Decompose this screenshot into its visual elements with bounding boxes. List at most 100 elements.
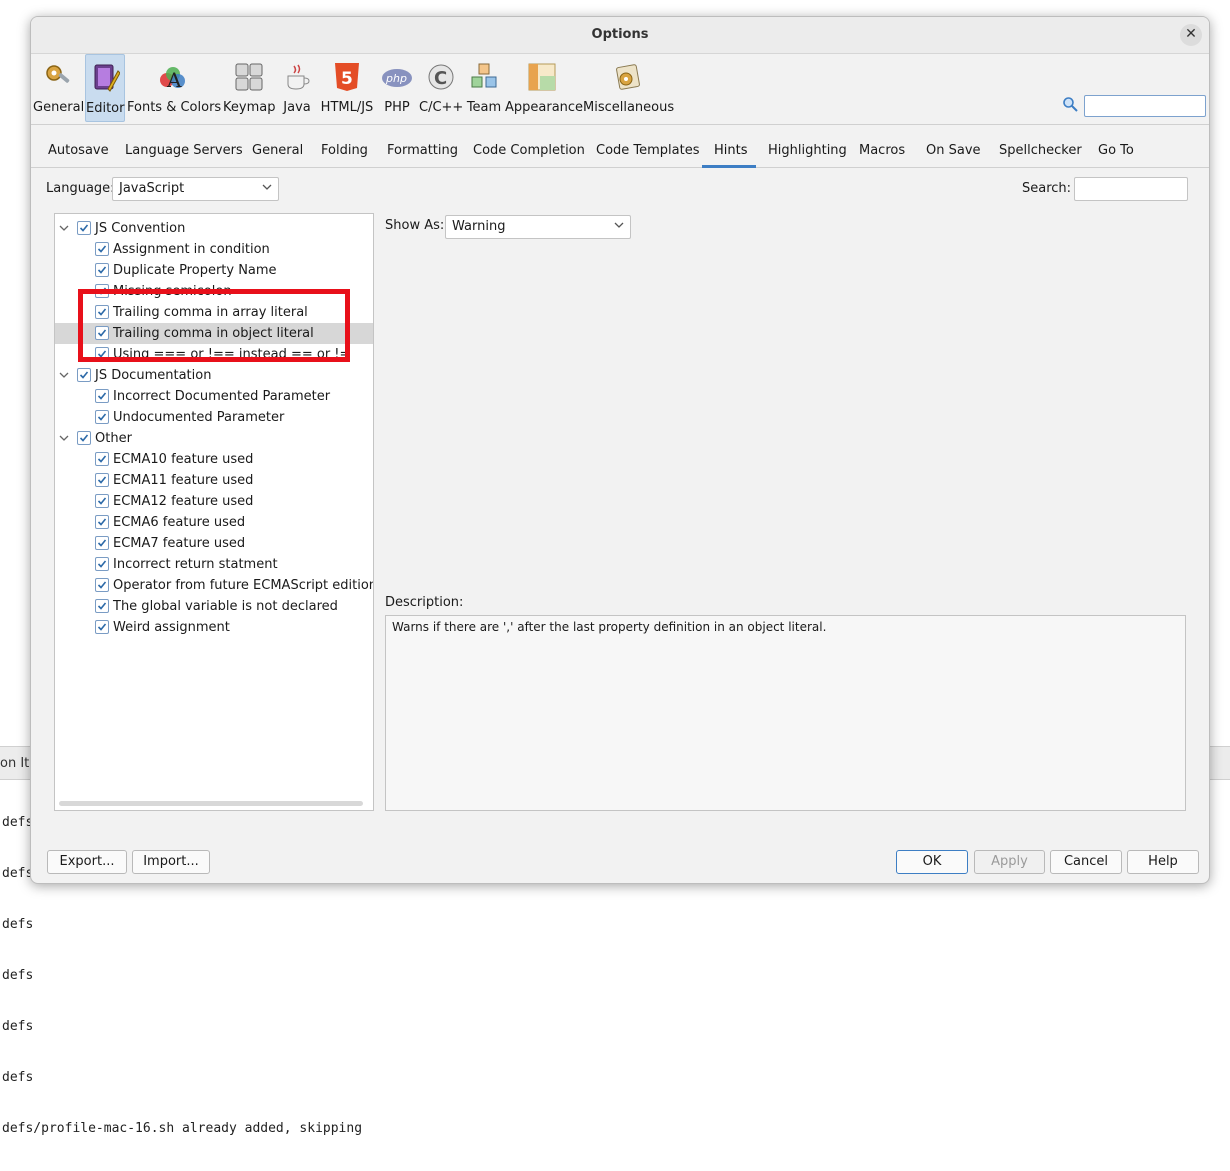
tree-item[interactable]: Weird assignment	[55, 617, 373, 638]
language-select[interactable]: JavaScript	[112, 177, 279, 201]
tree-item[interactable]: Assignment in condition	[55, 239, 373, 260]
tree-label: ECMA11 feature used	[113, 473, 254, 488]
terminal-line: defs	[2, 1070, 34, 1085]
chevron-down-icon	[262, 184, 272, 190]
ok-button[interactable]: OK	[896, 850, 968, 874]
tree-label: Other	[95, 431, 132, 446]
tree-item[interactable]: Incorrect return statment	[55, 554, 373, 575]
category-appearance[interactable]: Appearance	[505, 54, 584, 122]
tab-autosave[interactable]: Autosave	[48, 143, 109, 158]
tree-item[interactable]: ECMA7 feature used	[55, 533, 373, 554]
tree-group[interactable]: Other	[55, 428, 373, 449]
active-tab-indicator	[702, 165, 756, 168]
tab-general[interactable]: General	[252, 143, 303, 158]
terminal-line: defs/profile-mac-16.sh already added, sk…	[2, 1121, 363, 1136]
checkbox[interactable]	[95, 263, 109, 277]
checkbox[interactable]	[95, 494, 109, 508]
export-button[interactable]: Export...	[47, 850, 127, 874]
terminal-line: defs	[2, 917, 34, 932]
checkbox[interactable]	[95, 242, 109, 256]
category-label: PHP	[384, 100, 410, 115]
chevron-down-icon[interactable]	[58, 369, 70, 381]
tree-label: Undocumented Parameter	[113, 410, 285, 425]
tree-group[interactable]: JS Convention	[55, 218, 373, 239]
tree-item[interactable]: Duplicate Property Name	[55, 260, 373, 281]
checkbox[interactable]	[95, 410, 109, 424]
cancel-button[interactable]: Cancel	[1050, 850, 1122, 874]
checkbox[interactable]	[95, 536, 109, 550]
checkbox[interactable]	[77, 221, 91, 235]
chevron-down-icon[interactable]	[58, 432, 70, 444]
title-bar: Options ✕	[31, 17, 1209, 54]
category-c-cpp[interactable]: C C/C++	[419, 54, 463, 122]
dialog-title: Options	[591, 27, 649, 42]
checkbox[interactable]	[77, 368, 91, 382]
tree-group[interactable]: JS Documentation	[55, 365, 373, 386]
hints-search-input[interactable]	[1074, 177, 1188, 201]
help-button[interactable]: Help	[1127, 850, 1199, 874]
tab-language-servers[interactable]: Language Servers	[125, 143, 243, 158]
html5-icon: 5	[335, 63, 359, 91]
checkbox[interactable]	[95, 452, 109, 466]
category-fonts-colors[interactable]: A Fonts & Colors	[127, 54, 221, 122]
language-value: JavaScript	[119, 181, 185, 196]
svg-text:C: C	[434, 68, 447, 89]
category-general[interactable]: General	[33, 54, 84, 122]
checkbox[interactable]	[95, 620, 109, 634]
horizontal-scrollbar[interactable]	[59, 801, 363, 806]
show-as-value: Warning	[452, 219, 506, 234]
tab-highlighting[interactable]: Highlighting	[768, 143, 847, 158]
apply-button[interactable]: Apply	[974, 850, 1045, 874]
checkbox[interactable]	[95, 473, 109, 487]
category-label: Editor	[86, 101, 125, 116]
tab-hints[interactable]: Hints	[714, 143, 748, 158]
tree-item[interactable]: The global variable is not declared	[55, 596, 373, 617]
tree-item[interactable]: Undocumented Parameter	[55, 407, 373, 428]
tab-code-templates[interactable]: Code Templates	[596, 143, 700, 158]
tree-item[interactable]: ECMA12 feature used	[55, 491, 373, 512]
tree-item[interactable]: Operator from future ECMAScript edition …	[55, 575, 373, 596]
close-button[interactable]: ✕	[1180, 24, 1202, 46]
checkbox[interactable]	[95, 599, 109, 613]
tab-spellchecker[interactable]: Spellchecker	[999, 143, 1082, 158]
layout-icon	[528, 63, 556, 91]
category-label: C/C++	[419, 100, 464, 115]
tree-label: ECMA12 feature used	[113, 494, 254, 509]
close-icon: ✕	[1185, 26, 1197, 42]
checkbox[interactable]	[95, 557, 109, 571]
tab-code-completion[interactable]: Code Completion	[473, 143, 585, 158]
tab-folding[interactable]: Folding	[321, 143, 368, 158]
import-button[interactable]: Import...	[132, 850, 210, 874]
category-search-input[interactable]	[1084, 95, 1206, 117]
tab-macros[interactable]: Macros	[859, 143, 905, 158]
chevron-down-icon[interactable]	[58, 222, 70, 234]
tree-item[interactable]: Incorrect Documented Parameter	[55, 386, 373, 407]
category-java[interactable]: Java	[279, 54, 315, 122]
tree-label: JS Documentation	[95, 368, 212, 383]
tree-item[interactable]: ECMA11 feature used	[55, 470, 373, 491]
tree-item[interactable]: ECMA10 feature used	[55, 449, 373, 470]
checkbox[interactable]	[95, 389, 109, 403]
checkbox[interactable]	[77, 431, 91, 445]
divider	[31, 124, 1209, 125]
checkbox[interactable]	[95, 578, 109, 592]
tree-item[interactable]: ECMA6 feature used	[55, 512, 373, 533]
tree-label: Incorrect return statment	[113, 557, 278, 572]
svg-text:5: 5	[341, 69, 353, 89]
tab-on-save[interactable]: On Save	[926, 143, 981, 158]
tree-label: The global variable is not declared	[113, 599, 338, 614]
category-php[interactable]: php PHP	[379, 54, 415, 122]
category-label: Java	[283, 100, 311, 115]
tab-go-to[interactable]: Go To	[1098, 143, 1134, 158]
checkbox[interactable]	[95, 515, 109, 529]
category-keymap[interactable]: Keymap	[223, 54, 275, 122]
category-html-js[interactable]: 5 HTML/JS	[319, 54, 375, 122]
tab-formatting[interactable]: Formatting	[387, 143, 458, 158]
category-editor[interactable]: Editor	[85, 54, 125, 122]
tree-label: Weird assignment	[113, 620, 230, 635]
category-miscellaneous[interactable]: Miscellaneous	[583, 54, 674, 122]
category-team[interactable]: Team	[465, 54, 503, 122]
show-as-select[interactable]: Warning	[445, 215, 631, 239]
category-label: HTML/JS	[320, 100, 374, 115]
category-label: Appearance	[505, 100, 584, 115]
